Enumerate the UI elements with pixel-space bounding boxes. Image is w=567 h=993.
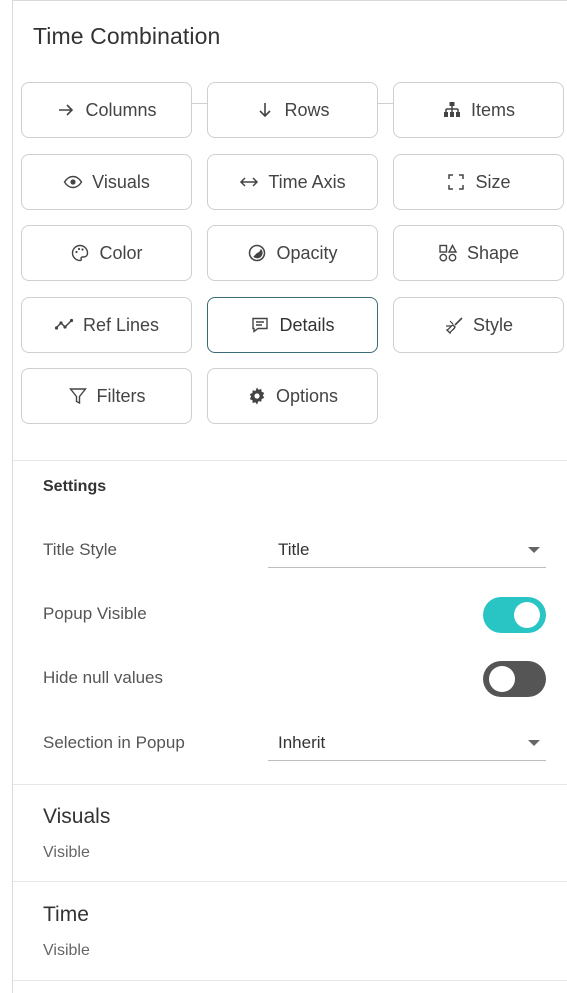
palette-icon (70, 243, 90, 263)
settings-panel: Time Combination Columns Rows Items Visu… (12, 0, 567, 993)
popup-visible-toggle[interactable] (483, 597, 546, 633)
visuals-button[interactable]: Visuals (21, 154, 192, 210)
divider (13, 980, 567, 981)
hierarchy-icon (442, 100, 462, 120)
hide-null-label: Hide null values (43, 668, 164, 687)
paint-brush-icon (444, 315, 464, 335)
divider (13, 881, 567, 882)
opacity-label: Opacity (276, 242, 338, 263)
filters-button[interactable]: Filters (21, 368, 192, 424)
chevron-down-icon (528, 547, 540, 553)
selection-popup-value: Inherit (278, 732, 326, 752)
options-button[interactable]: Options (207, 368, 378, 424)
visuals-label: Visuals (92, 171, 150, 192)
opacity-icon (247, 243, 267, 263)
connector-line (378, 103, 393, 104)
options-label: Options (275, 385, 339, 406)
time-section-title[interactable]: Time (43, 903, 89, 927)
line-chart-icon (54, 315, 74, 335)
ref-lines-label: Ref Lines (82, 314, 160, 335)
visuals-section-title[interactable]: Visuals (43, 805, 110, 829)
columns-button[interactable]: Columns (21, 82, 192, 138)
connector-line (192, 103, 207, 104)
style-button[interactable]: Style (393, 297, 564, 353)
time-section-status: Visible (43, 942, 90, 959)
chevron-down-icon (528, 740, 540, 746)
details-button[interactable]: Details (207, 297, 378, 353)
divider (13, 784, 567, 785)
visuals-section-status: Visible (43, 844, 90, 861)
title-style-select[interactable]: Title (268, 532, 546, 568)
eye-icon (63, 172, 83, 192)
hide-null-toggle[interactable] (483, 661, 546, 697)
panel-title: Time Combination (33, 23, 221, 49)
settings-heading: Settings (43, 478, 107, 495)
style-label: Style (472, 314, 514, 335)
selection-popup-select[interactable]: Inherit (268, 725, 546, 761)
toggle-knob (489, 666, 515, 692)
comment-icon (250, 315, 270, 335)
resize-corners-icon (446, 172, 466, 192)
shape-button[interactable]: Shape (393, 225, 564, 281)
title-style-label: Title Style (43, 540, 118, 559)
filter-icon (68, 386, 88, 406)
popup-visible-label: Popup Visible (43, 604, 147, 623)
items-button[interactable]: Items (393, 82, 564, 138)
size-button[interactable]: Size (393, 154, 564, 210)
items-label: Items (470, 99, 515, 120)
color-label: Color (99, 242, 143, 263)
rows-button[interactable]: Rows (207, 82, 378, 138)
rows-label: Rows (284, 99, 330, 120)
arrow-left-right-icon (239, 172, 259, 192)
time-axis-label: Time Axis (268, 171, 346, 192)
opacity-button[interactable]: Opacity (207, 225, 378, 281)
shapes-icon (438, 243, 458, 263)
color-button[interactable]: Color (21, 225, 192, 281)
filters-label: Filters (96, 385, 146, 406)
size-label: Size (475, 171, 511, 192)
shape-label: Shape (466, 242, 520, 263)
divider (13, 460, 567, 461)
details-label: Details (279, 314, 335, 335)
arrow-down-icon (255, 100, 275, 120)
arrow-right-icon (56, 100, 76, 120)
toggle-knob (514, 602, 540, 628)
selection-popup-label: Selection in Popup (43, 733, 185, 752)
columns-label: Columns (85, 99, 157, 120)
title-style-value: Title (278, 539, 310, 559)
ref-lines-button[interactable]: Ref Lines (21, 297, 192, 353)
gear-icon (247, 386, 267, 406)
time-axis-button[interactable]: Time Axis (207, 154, 378, 210)
